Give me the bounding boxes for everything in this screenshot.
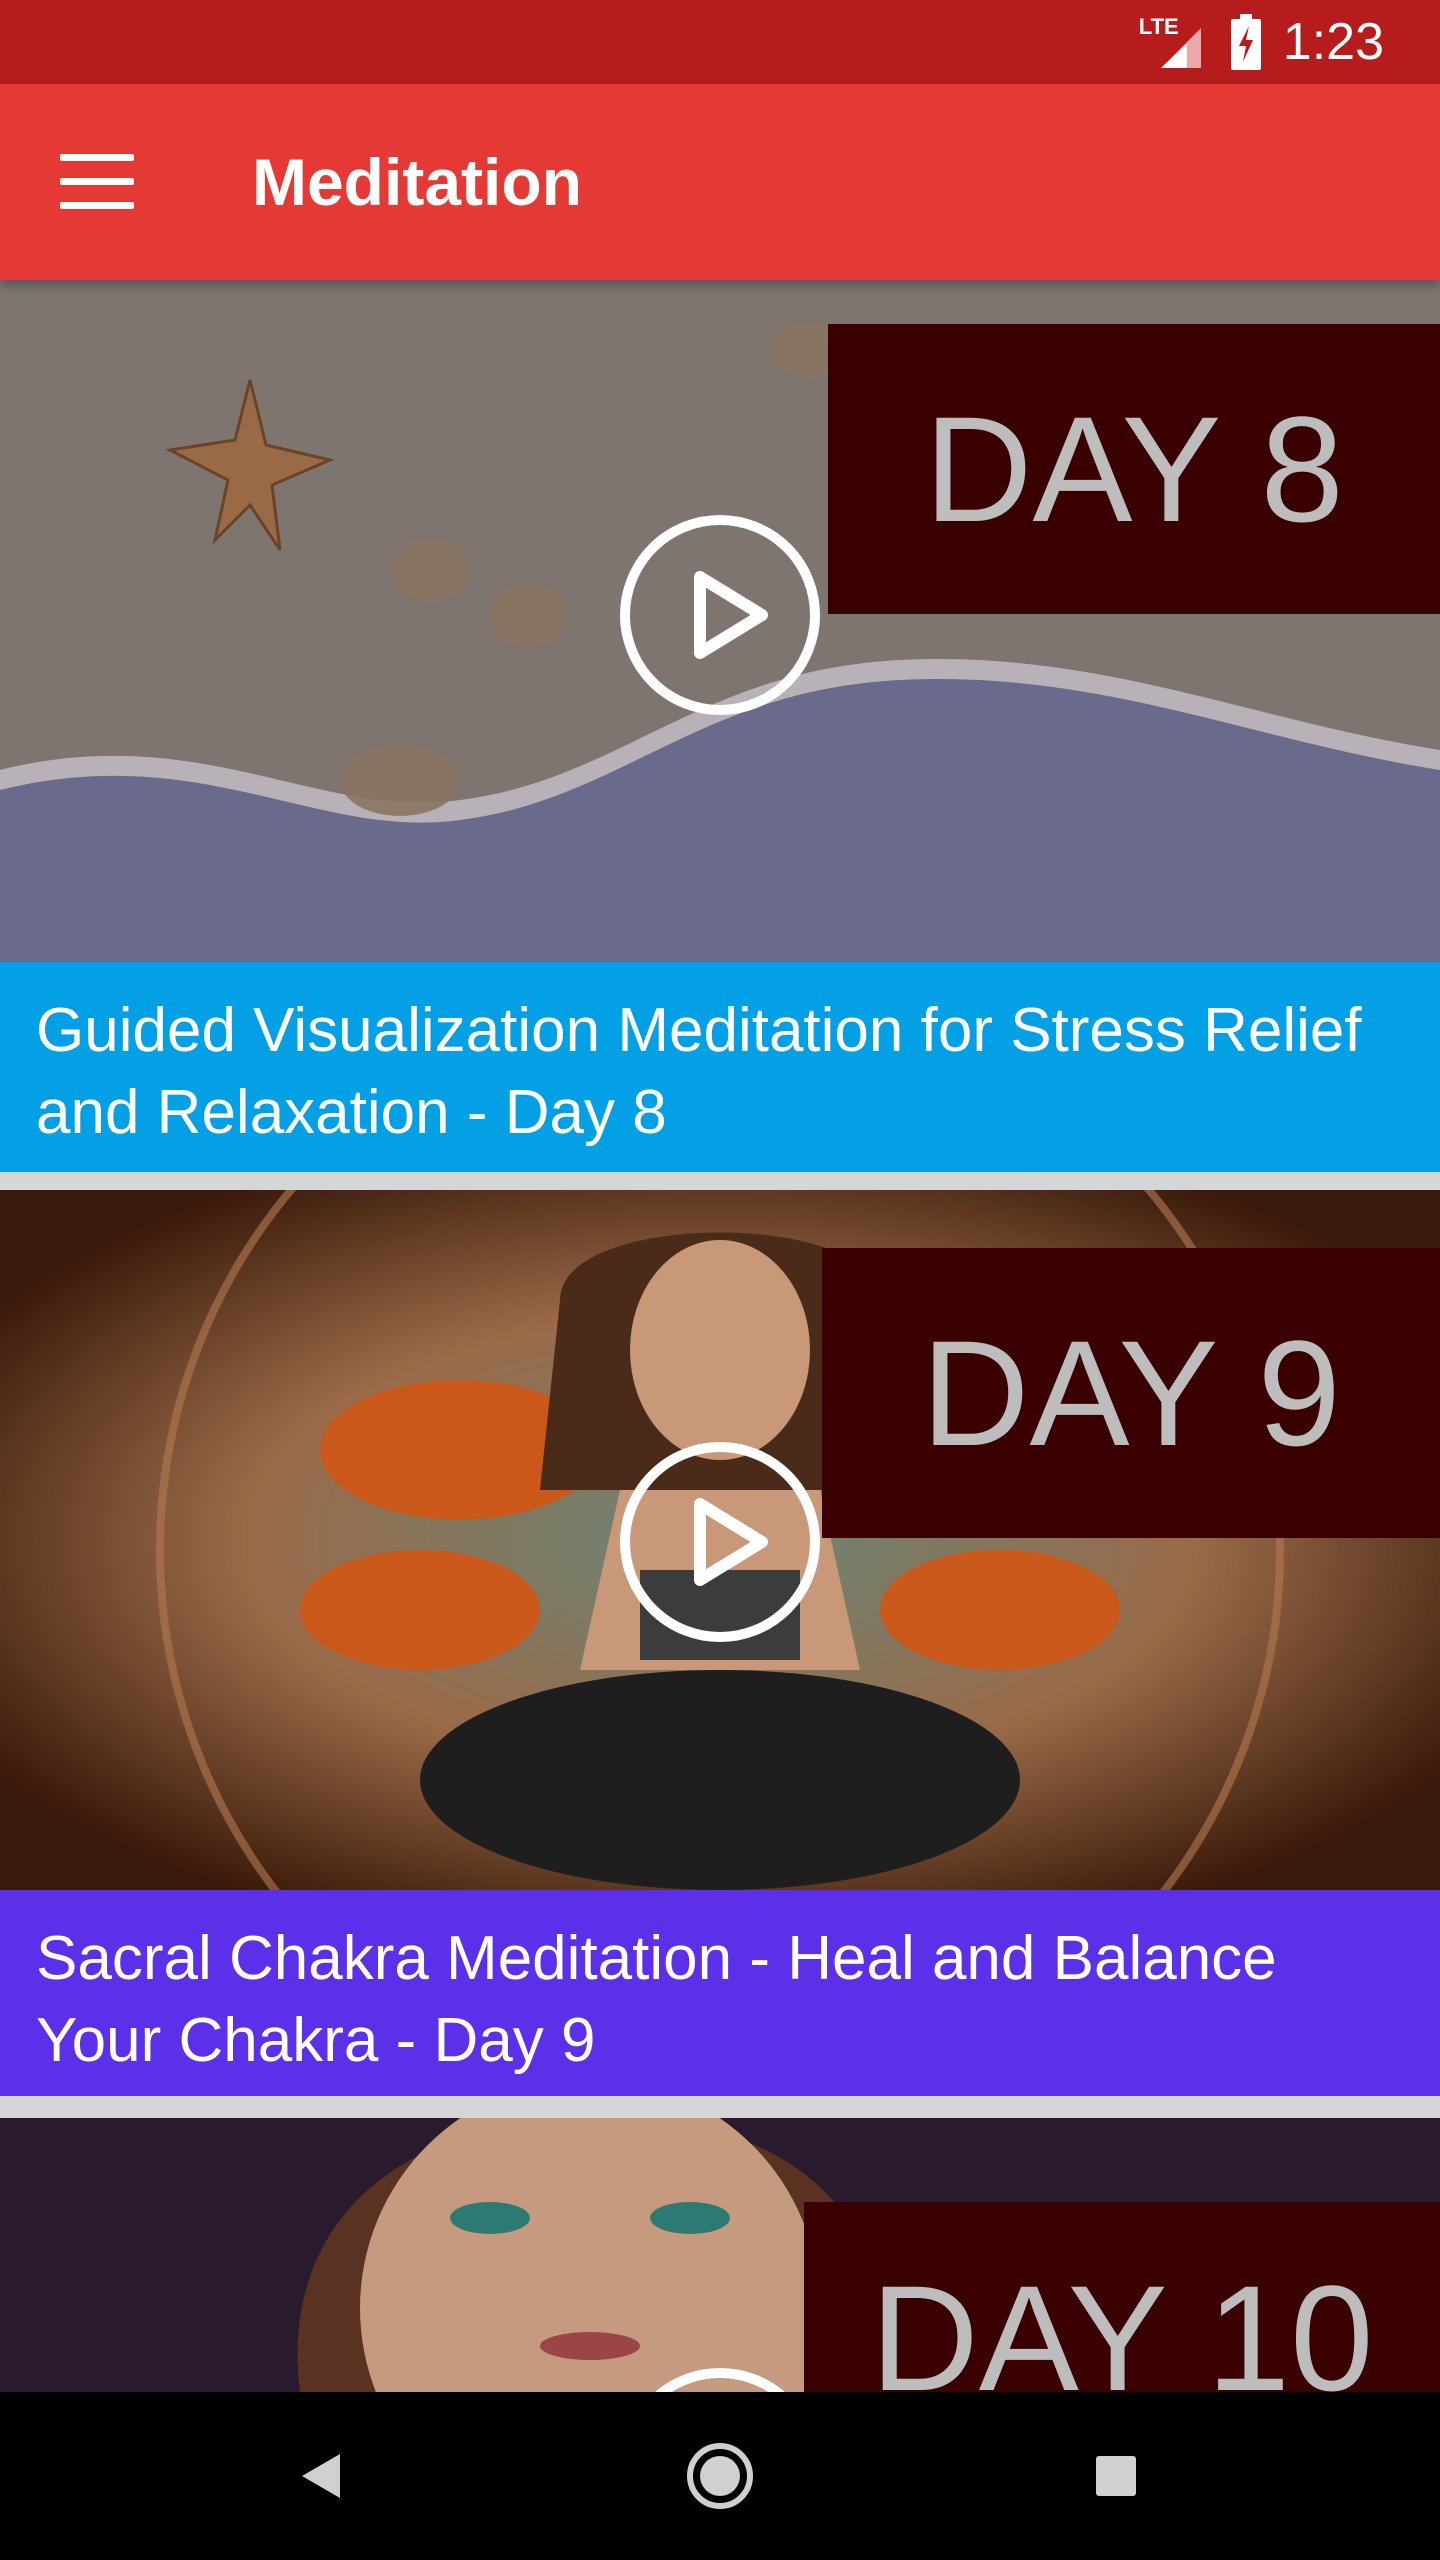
status-bar: LTE 1:23 [0,0,1440,84]
play-button[interactable] [620,1442,820,1642]
status-time: 1:23 [1282,13,1384,71]
video-thumbnail[interactable]: DAY 9 [0,1190,1440,1890]
video-title: Sacral Chakra Meditation - Heal and Bala… [36,1924,1277,2075]
video-title: Guided Visualization Meditation for Stre… [36,996,1362,1147]
day-label-badge: DAY 8 [828,324,1440,614]
play-button[interactable] [620,515,820,715]
video-card-day-9[interactable]: DAY 9 Sacral Chakra Meditation - Heal an… [0,1190,1440,2096]
hamburger-menu-icon[interactable] [60,154,134,210]
video-card-day-10[interactable]: DAY 10 [0,2118,1440,2392]
video-thumbnail[interactable]: DAY 10 [0,2118,1440,2392]
play-icon [694,571,768,659]
day-label-badge: DAY 9 [822,1248,1440,1538]
day-label-badge: DAY 10 [804,2202,1440,2392]
system-nav-bar [0,2392,1440,2560]
page-title: Meditation [252,145,582,219]
video-caption[interactable]: Sacral Chakra Meditation - Heal and Bala… [0,1890,1440,2096]
back-icon[interactable] [302,2454,340,2498]
play-icon [694,1498,768,1586]
home-icon[interactable] [687,2443,753,2509]
video-caption[interactable]: Guided Visualization Meditation for Stre… [0,962,1440,1172]
lte-signal-icon: LTE [1139,14,1209,70]
battery-charging-icon [1230,14,1261,70]
recents-icon[interactable] [1096,2456,1136,2496]
video-card-day-8[interactable]: DAY 8 Guided Visualization Meditation fo… [0,280,1440,1172]
video-thumbnail[interactable]: DAY 8 [0,280,1440,962]
app-bar: Meditation [0,84,1440,280]
